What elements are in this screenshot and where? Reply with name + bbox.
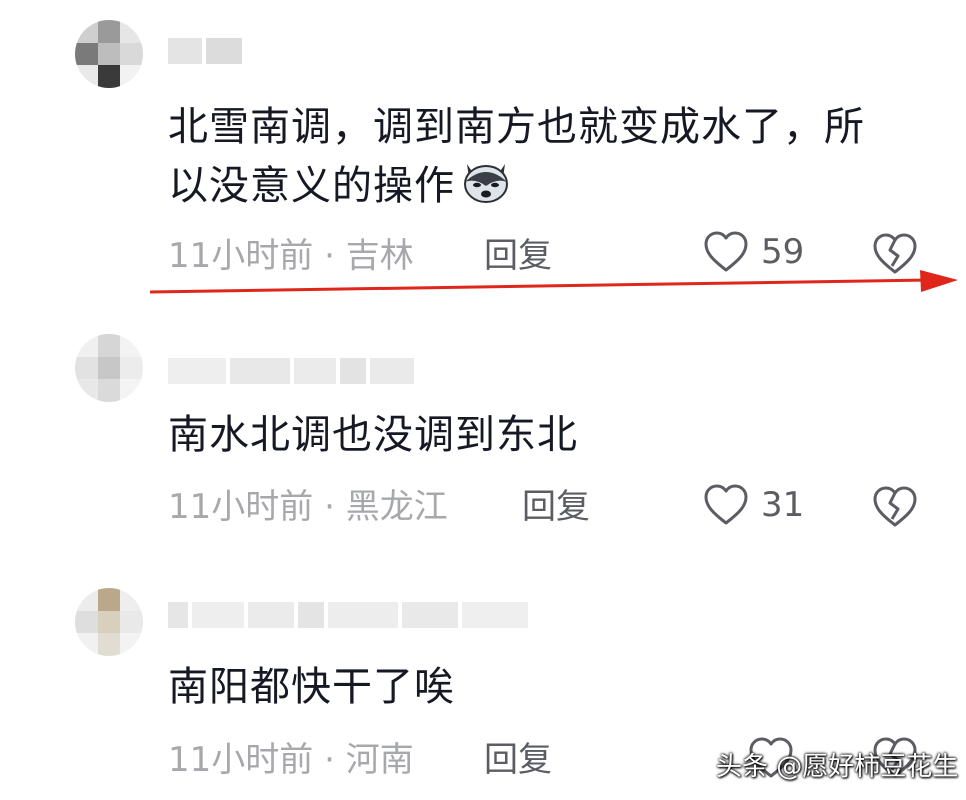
comment-time: 11小时前 [168,740,314,780]
comment-text: 北雪南调，调到南方也就变成水了，所 以没意义的操作 [168,98,865,220]
username-blurred[interactable] [168,602,528,628]
comment-item-1: 北雪南调，调到南方也就变成水了，所 以没意义的操作 11小时前 · 吉林 回复 … [0,0,966,290]
comment-time: 11小时前 [168,487,314,527]
comment-text: 南水北调也没调到东北 [168,412,578,458]
like-button[interactable]: 31 [703,483,804,527]
comment-location: 河南 [345,740,414,780]
username-blurred[interactable] [168,358,414,384]
red-arrow-annotation [150,270,958,294]
comment-text-line-2-text: 以没意义的操作 [168,163,455,209]
comment-text: 南阳都快干了唉 [168,664,455,710]
comment-text-line-2: 以没意义的操作 [168,156,865,220]
avatar[interactable] [75,588,143,656]
heart-icon [704,484,748,525]
meta-separator: · [313,487,346,527]
meta-separator: · [313,740,346,780]
reply-button[interactable]: 回复 [484,740,552,780]
avatar[interactable] [75,334,143,402]
reply-button[interactable]: 回复 [522,487,590,527]
comment-meta: 11小时前 · 河南 [168,740,414,780]
comment-meta: 11小时前 · 黑龙江 [168,487,448,527]
dislike-button[interactable] [872,485,918,533]
comment-text-line-1: 北雪南调，调到南方也就变成水了，所 [168,104,865,150]
avatar[interactable] [75,20,143,88]
husky-emoji-icon [461,156,511,220]
comment-item-2: 南水北调也没调到东北 11小时前 · 黑龙江 回复 31 [0,320,966,560]
broken-heart-icon [873,486,917,527]
username-blurred[interactable] [168,38,242,64]
watermark: 头条 @愿好柿豆花生 [716,752,959,782]
comment-location: 黑龙江 [345,487,448,527]
like-count: 31 [761,485,805,525]
